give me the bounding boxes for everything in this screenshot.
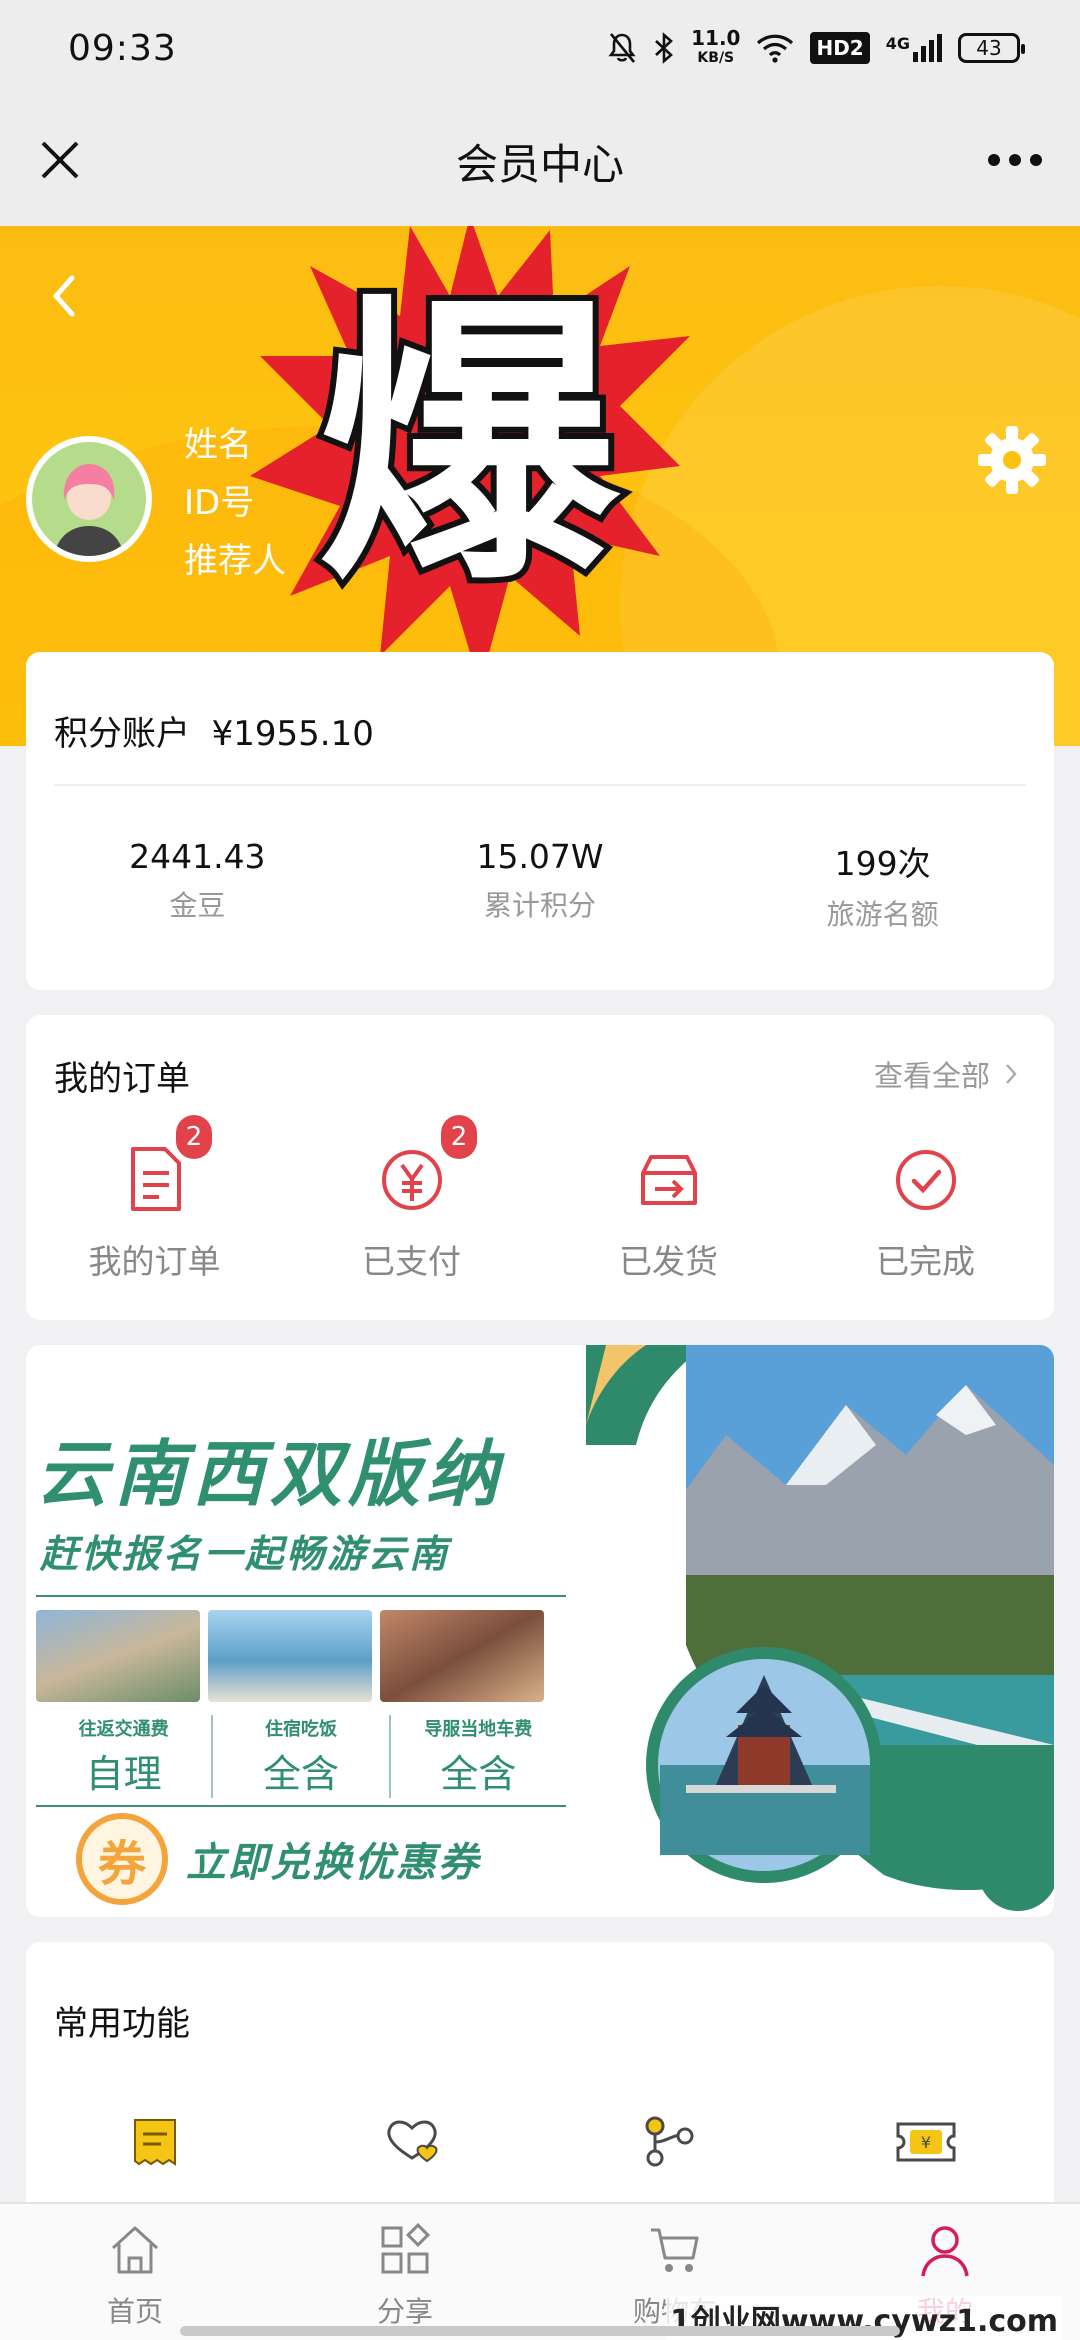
divider (36, 1805, 566, 1807)
status-time: 09:33 (68, 27, 177, 69)
order-item-shipped[interactable]: 已发货 (540, 1145, 797, 1283)
feature-lodging: 住宿吃饭 全含 (213, 1715, 391, 1798)
common-functions-title: 常用功能 (54, 2004, 190, 2044)
order-badge: 2 (176, 1115, 212, 1159)
ticket-icon: ¥ (896, 2122, 955, 2162)
avatar[interactable] (26, 436, 152, 562)
stat-total-points[interactable]: 15.07W 累计积分 (369, 837, 712, 933)
signal-indicator: 4G (886, 34, 942, 62)
coupon-icon: 券 (76, 1813, 168, 1905)
order-status-list: 2 我的订单 2 已支付 已发货 已完成 (26, 1115, 1054, 1283)
yuan-circle-icon (381, 1150, 442, 1210)
avatar-image (32, 442, 146, 556)
banner-title: 云南西双版纳 (36, 1432, 505, 1516)
divider (54, 784, 1026, 786)
close-icon (41, 141, 79, 179)
points-balance: ¥1955.10 (211, 714, 374, 754)
function-list: ¥ (26, 2114, 1054, 2170)
promo-banner[interactable]: 云南西双版纳 赶快报名一起畅游云南 往返交通费 自理 住宿吃饭 全含 导服当地车… (26, 1345, 1054, 1917)
orders-card: 我的订单 查看全部 2 我的订单 2 已支付 已发货 已完成 (26, 1015, 1054, 1320)
battery-icon: 43 (958, 33, 1025, 63)
scenery-image (646, 1345, 1054, 1911)
person-icon (921, 2226, 969, 2277)
banner-photos (36, 1610, 544, 1702)
points-account-title: 积分账户 ¥1955.10 (54, 714, 374, 754)
photo-transport (36, 1610, 200, 1702)
heart-hand-icon (386, 2120, 437, 2163)
status-bar: 09:33 11.0 KB/S HD2 4G 43 (0, 0, 1080, 96)
orders-title: 我的订单 (54, 1059, 190, 1099)
coupon-text: 立即兑换优惠券 (186, 1840, 480, 1886)
chevron-right-icon (1006, 1064, 1017, 1084)
nav-share[interactable]: 分享 (270, 2204, 540, 2340)
svg-text:¥: ¥ (920, 2133, 930, 2152)
points-account-card[interactable]: 积分账户 ¥1955.10 2441.43 金豆 15.07W 累计积分 199… (26, 652, 1054, 990)
more-dots-icon (988, 154, 1042, 166)
hd-badge: HD2 (810, 32, 870, 64)
view-all-orders-link[interactable]: 查看全部 (874, 1053, 1018, 1095)
points-stats: 2441.43 金豆 15.07W 累计积分 199次 旅游名额 (26, 837, 1054, 933)
share-nodes-icon (645, 2116, 693, 2167)
close-button[interactable] (30, 130, 90, 190)
title-bar: 会员中心 (0, 96, 1080, 226)
home-indicator[interactable] (180, 2326, 900, 2336)
cart-icon (651, 2228, 699, 2272)
photo-guide (380, 1610, 544, 1702)
stat-travel-quota[interactable]: 199次 旅游名额 (711, 837, 1054, 933)
order-item-all[interactable]: 2 我的订单 (26, 1115, 283, 1283)
grid-icon (381, 2222, 431, 2274)
home-icon (111, 2226, 159, 2274)
shipping-box-icon (640, 1155, 697, 1205)
banner-features: 往返交通费 自理 住宿吃饭 全含 导服当地车费 全含 (36, 1715, 566, 1798)
function-item-favorites[interactable] (283, 2114, 540, 2170)
common-functions-card: 常用功能 ¥ (26, 1942, 1054, 2202)
bluetooth-icon (655, 32, 674, 64)
feature-guide: 导服当地车费 全含 (424, 1719, 533, 1796)
wifi-icon (757, 34, 794, 63)
function-item-receipt[interactable] (26, 2114, 283, 2170)
explosion-sticker-text: 爆 (312, 265, 624, 626)
divider (36, 1595, 566, 1597)
receipt-icon (133, 2119, 176, 2166)
banner-subtitle: 赶快报名一起畅游云南 (40, 1532, 451, 1576)
feature-transport: 往返交通费 自理 (36, 1715, 214, 1798)
check-circle-icon (895, 1150, 956, 1210)
coupon-redeem[interactable]: 券 立即兑换优惠券 (76, 1813, 480, 1905)
function-item-share[interactable] (540, 2114, 797, 2170)
status-icons: 11.0 KB/S HD2 4G 43 (607, 26, 1025, 68)
photo-lodging (208, 1610, 372, 1702)
nav-home[interactable]: 首页 (0, 2204, 270, 2340)
order-badge: 2 (441, 1115, 477, 1159)
order-item-completed[interactable]: 已完成 (797, 1145, 1054, 1283)
document-icon (130, 1147, 181, 1211)
order-item-paid[interactable]: 2 已支付 (283, 1115, 540, 1283)
stat-gold-beans[interactable]: 2441.43 金豆 (26, 837, 369, 933)
more-button[interactable] (980, 130, 1050, 190)
mute-bell-icon (608, 33, 636, 63)
back-arrow-icon[interactable] (40, 266, 90, 326)
net-speed: 11.0 KB/S (691, 26, 741, 66)
page-title: 会员中心 (455, 139, 624, 189)
function-item-coupon[interactable]: ¥ (797, 2114, 1054, 2170)
settings-gear-icon[interactable] (974, 422, 1050, 498)
